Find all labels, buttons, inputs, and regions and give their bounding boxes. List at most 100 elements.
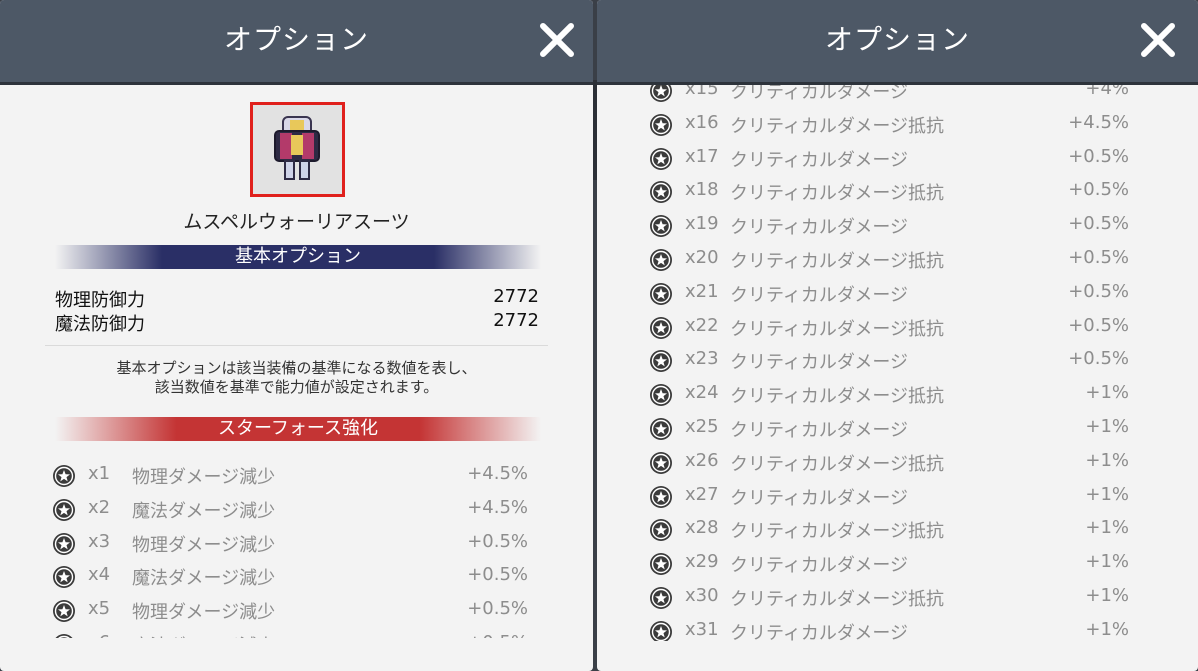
starforce-row: x26 クリティカルダメージ抵抗 +1% — [597, 444, 1198, 478]
dialog-title: オプション — [223, 23, 369, 56]
starforce-effect-value: +4.5% — [467, 463, 528, 484]
star-badge-icon — [650, 113, 672, 136]
starforce-effect-name: クリティカルダメージ抵抗 — [730, 453, 945, 475]
star-badge-icon — [650, 147, 672, 170]
starforce-effect-name: クリティカルダメージ — [730, 85, 909, 103]
starforce-list[interactable]: x15 クリティカルダメージ +4% x16 クリティカルダメージ抵抗 +4.5% x17 ク… — [597, 85, 1198, 641]
starforce-row: x25 クリティカルダメージ +1% — [597, 410, 1198, 444]
close-button[interactable] — [535, 18, 579, 62]
divider — [45, 345, 548, 346]
starforce-count: x26 — [685, 449, 719, 471]
starforce-effect-value: +0.5% — [467, 632, 528, 638]
starforce-row: x18 クリティカルダメージ抵抗 +0.5% — [597, 173, 1198, 207]
starforce-count: x21 — [685, 280, 719, 302]
star-badge-icon — [650, 384, 672, 407]
star-badge-icon — [650, 350, 672, 373]
starforce-row: x21 クリティカルダメージ +0.5% — [597, 275, 1198, 309]
star-badge-icon — [650, 282, 672, 305]
starforce-effect-value: +1% — [1085, 585, 1129, 606]
star-badge-icon — [53, 498, 75, 521]
close-button[interactable] — [1136, 18, 1180, 62]
starforce-row: x3 物理ダメージ減少 +0.5% — [0, 525, 593, 559]
starforce-row: x28 クリティカルダメージ抵抗 +1% — [597, 511, 1198, 545]
starforce-effect-value: +1% — [1085, 551, 1129, 573]
star-badge-icon — [650, 553, 672, 576]
starforce-row: x6 魔法ダメージ減少 +0.5% — [0, 626, 593, 638]
starforce-count: x4 — [88, 564, 111, 586]
starforce-effect-name: 魔法ダメージ減少 — [132, 632, 275, 638]
star-badge-icon — [650, 519, 672, 542]
star-badge-icon — [650, 418, 672, 440]
star-badge-icon — [650, 620, 672, 641]
dialog-header: オプション — [0, 0, 593, 85]
starforce-effect-value: +0.5% — [1068, 247, 1129, 268]
starforce-row: x1 物理ダメージ減少 +4.5% — [0, 457, 593, 491]
starforce-effect-value: +1% — [1085, 618, 1129, 640]
starforce-effect-name: クリティカルダメージ抵抗 — [730, 183, 945, 205]
starforce-count: x3 — [88, 530, 111, 552]
starforce-count: x20 — [685, 247, 719, 268]
starforce-count: x23 — [685, 348, 719, 370]
options-dialog-left: オプション ムスペルウォーリアスーツ 基本オプション 物理防御力 2772 魔法… — [0, 0, 593, 671]
star-badge-icon — [650, 249, 672, 271]
starforce-effect-name: クリティカルダメージ — [730, 217, 909, 239]
starforce-effect-name: クリティカルダメージ抵抗 — [730, 115, 945, 137]
stat-value: 2772 — [493, 310, 539, 331]
starforce-row: x20 クリティカルダメージ抵抗 +0.5% — [597, 241, 1198, 275]
starforce-effect-value: +0.5% — [467, 564, 528, 586]
note-line: 基本オプションは該当装備の基準になる数値を表し、 — [116, 359, 477, 377]
star-badge-icon — [53, 566, 75, 589]
starforce-effect-value: +0.5% — [1068, 179, 1129, 201]
starforce-effect-value: +4% — [1085, 85, 1129, 99]
starforce-count: x5 — [88, 598, 111, 620]
dialog-header: オプション — [597, 0, 1198, 85]
starforce-effect-value: +0.5% — [1068, 348, 1129, 370]
starforce-count: x24 — [685, 382, 719, 404]
star-badge-icon — [650, 587, 672, 609]
starforce-row: x19 クリティカルダメージ +0.5% — [597, 207, 1198, 241]
starforce-effect-name: 物理ダメージ減少 — [132, 467, 276, 488]
stat-name: 魔法防御力 — [55, 314, 145, 335]
stat-row-magic-defense: 魔法防御力 2772 — [55, 310, 539, 335]
starforce-list[interactable]: x1 物理ダメージ減少 +4.5% x2 魔法ダメージ減少 +4.5% x3 物理ダメージ減少… — [0, 455, 593, 638]
basic-option-note: 基本オプションは該当装備の基準になる数値を表し、 該当数値を基準で能力値が設定さ… — [0, 359, 593, 397]
star-badge-icon — [53, 465, 75, 487]
starforce-row: x16 クリティカルダメージ抵抗 +4.5% — [597, 106, 1198, 140]
starforce-effect-name: クリティカルダメージ — [730, 352, 909, 374]
dialog-title: オプション — [824, 23, 970, 56]
close-icon — [540, 23, 574, 57]
starforce-effect-value: +1% — [1085, 483, 1129, 505]
basic-option-header: 基本オプション — [55, 245, 541, 269]
starforce-header: スターフォース強化 — [55, 417, 541, 441]
starforce-effect-value: +0.5% — [1068, 145, 1129, 167]
star-badge-icon — [650, 485, 672, 508]
starforce-effect-value: +0.5% — [467, 530, 528, 552]
starforce-row: x4 魔法ダメージ減少 +0.5% — [0, 558, 593, 592]
starforce-effect-value: +0.5% — [1068, 213, 1129, 235]
item-thumbnail — [250, 102, 345, 197]
starforce-count: x19 — [685, 213, 719, 235]
starforce-count: x15 — [685, 85, 719, 99]
starforce-effect-value: +4.5% — [1068, 111, 1129, 133]
starforce-effect-name: 物理ダメージ減少 — [132, 602, 276, 624]
starforce-row: x30 クリティカルダメージ抵抗 +1% — [597, 579, 1198, 613]
star-badge-icon — [55, 634, 73, 638]
starforce-count: x25 — [685, 416, 719, 437]
starforce-row: x27 クリティカルダメージ +1% — [597, 478, 1198, 512]
starforce-count: x27 — [685, 483, 719, 505]
starforce-effect-name: クリティカルダメージ — [730, 555, 909, 577]
star-badge-icon — [650, 316, 672, 339]
starforce-effect-name: クリティカルダメージ抵抗 — [730, 386, 945, 408]
note-line: 該当数値を基準で能力値が設定されます。 — [154, 378, 439, 396]
star-badge-icon — [53, 532, 75, 555]
starforce-effect-value: +1% — [1085, 449, 1129, 471]
starforce-effect-name: 魔法ダメージ減少 — [132, 500, 276, 522]
starforce-row: x23 クリティカルダメージ +0.5% — [597, 342, 1198, 376]
starforce-effect-value: +0.5% — [1068, 314, 1129, 336]
starforce-row: x24 クリティカルダメージ抵抗 +1% — [597, 376, 1198, 410]
starforce-effect-value: +0.5% — [467, 598, 528, 620]
starforce-count: x17 — [685, 145, 719, 167]
star-badge-icon — [650, 451, 672, 474]
starforce-effect-value: +1% — [1085, 517, 1129, 539]
starforce-count: x30 — [685, 585, 719, 606]
